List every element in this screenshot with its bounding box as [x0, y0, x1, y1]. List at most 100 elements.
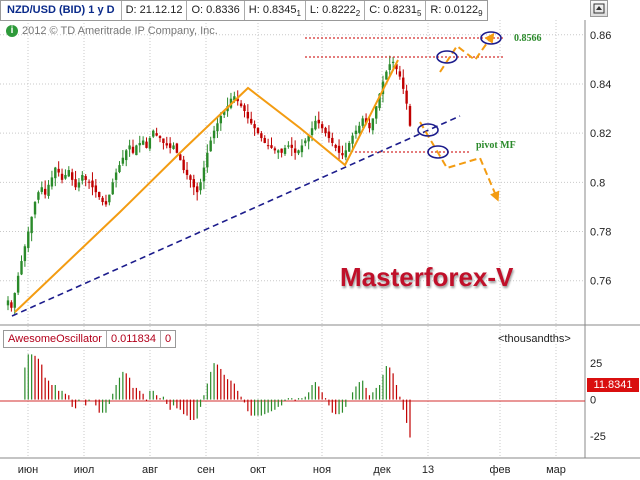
candle-body	[168, 143, 172, 148]
time-tick-label: сен	[197, 464, 215, 476]
candle-body	[263, 138, 266, 143]
candle-body	[165, 143, 168, 146]
time-tick-label: июн	[18, 464, 38, 476]
candle-body	[104, 201, 108, 205]
candle-body	[270, 145, 273, 148]
price-chart[interactable]: 0.860.840.820.80.780.76 250-25 июн июл авг…	[0, 0, 640, 480]
candle-body	[347, 142, 351, 152]
candle-body	[253, 124, 256, 129]
candle-body	[314, 120, 317, 130]
candle-body	[189, 175, 192, 180]
candle-body	[331, 137, 334, 143]
low-main: L: 0.8222	[309, 4, 356, 16]
candle-body	[6, 300, 10, 306]
candle-body	[94, 185, 98, 193]
oscillator-param: 0	[165, 333, 172, 345]
candle-body	[371, 118, 375, 131]
candle-body	[290, 144, 293, 148]
candle-body	[54, 167, 57, 179]
candle-body	[368, 122, 371, 129]
candle-body	[145, 141, 148, 148]
time-tick-label: дек	[373, 464, 391, 476]
pivot-label: pivot MF	[476, 140, 516, 151]
candle-body	[179, 154, 182, 161]
candle-body	[30, 216, 33, 234]
close-sub: 5	[416, 9, 422, 19]
date-value: D: 21.12.12	[122, 1, 188, 20]
candle-body	[300, 145, 304, 153]
candle-body	[23, 246, 27, 262]
candle-body	[277, 150, 280, 153]
candle-body	[101, 197, 104, 203]
candle-body	[172, 145, 175, 150]
candle-body	[70, 172, 74, 180]
candle-body	[121, 157, 125, 164]
candle-body	[320, 124, 324, 129]
candle-body	[74, 179, 77, 188]
close-main: C: 0.8231	[369, 4, 417, 16]
oscillator-name[interactable]: AwesomeOscillator	[4, 331, 107, 347]
price-tick-label: 0.84	[590, 79, 611, 91]
candle-body	[317, 119, 320, 124]
high-main: H: 0.8345	[248, 4, 297, 16]
candle-body	[239, 103, 243, 107]
candle-body	[388, 64, 391, 70]
oscillator-axis-labels: 25 0 -25	[590, 358, 606, 443]
candle-body	[108, 194, 111, 203]
time-tick-label: окт	[250, 464, 266, 476]
candle-body	[131, 146, 135, 153]
candle-body	[385, 71, 388, 80]
candle-body	[192, 179, 195, 188]
candle-body	[16, 275, 20, 293]
candle-body	[43, 188, 47, 195]
instrument-info-bar: NZD/USD (BID) 1 y D D: 21.12.12 O: 0.833…	[0, 0, 488, 21]
candle-body	[162, 138, 165, 143]
candle-body	[391, 61, 395, 64]
symbol-selector[interactable]: NZD/USD (BID) 1 y D	[1, 1, 122, 20]
candle-body	[344, 150, 348, 158]
candle-body	[402, 77, 405, 89]
candle-body	[155, 133, 158, 136]
range-sub: 9	[478, 9, 483, 19]
range-main: R: 0.0122	[430, 4, 479, 16]
candle-body	[398, 71, 402, 77]
price-tick-label: 0.86	[590, 30, 611, 42]
time-tick-label: фев	[489, 464, 510, 476]
oscillator-value: 0.011834	[107, 331, 162, 347]
high-sub: 1	[296, 9, 301, 19]
candle-body	[351, 135, 354, 144]
candle-body	[40, 187, 43, 192]
oscillator-tick-label: 25	[590, 358, 602, 370]
candle-body	[57, 168, 60, 173]
candle-body	[20, 261, 23, 275]
candle-body	[125, 150, 128, 161]
candle-body	[358, 125, 361, 133]
candle-body	[219, 115, 223, 124]
price-axis-labels: 0.86 0.84 0.82 0.8 0.78 0.76	[590, 30, 611, 288]
candle-body	[206, 152, 209, 168]
candle-body	[67, 170, 71, 177]
info-icon[interactable]: i	[6, 25, 18, 37]
oscillator-info-bar: AwesomeOscillator 0.011834 0	[3, 330, 177, 348]
candle-body	[341, 153, 344, 156]
candle-body	[250, 118, 253, 124]
candle-body	[175, 143, 179, 153]
candle-body	[182, 159, 185, 171]
candle-body	[280, 148, 283, 153]
candle-body	[87, 181, 91, 183]
candle-body	[27, 231, 30, 248]
candle-body	[77, 182, 81, 188]
candle-body	[13, 293, 16, 308]
candle-body	[47, 184, 50, 196]
candle-body	[185, 169, 189, 175]
copyright-text: 2012 © TD Ameritrade IP Company, Inc.	[22, 25, 218, 37]
candle-body	[334, 145, 337, 148]
time-tick-label: 13	[422, 464, 434, 476]
price-tick-label: 0.76	[590, 276, 611, 288]
chart-settings-button[interactable]	[590, 0, 608, 17]
high-value: H: 0.83451	[245, 1, 306, 20]
candle-body	[304, 140, 307, 144]
candle-body	[33, 202, 37, 215]
candle-body	[324, 127, 327, 134]
candle-body	[84, 176, 87, 180]
